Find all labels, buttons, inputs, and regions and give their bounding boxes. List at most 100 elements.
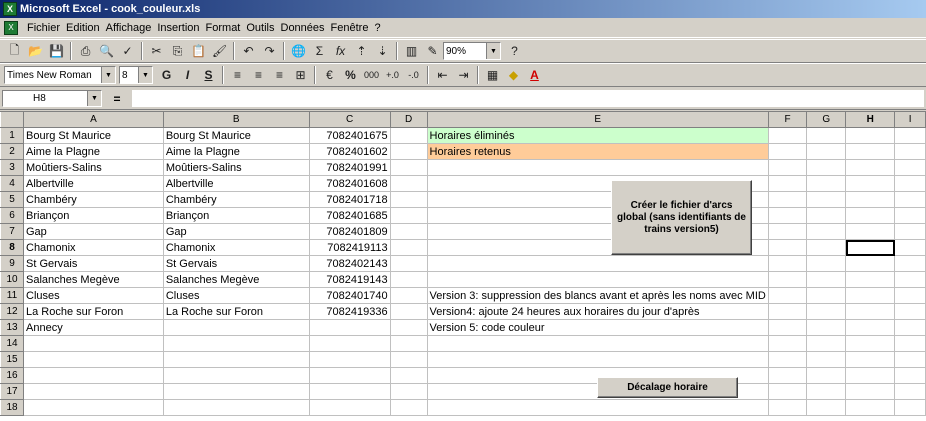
- cell-g[interactable]: [806, 367, 847, 384]
- cell-f[interactable]: [767, 207, 808, 224]
- create-arcs-button[interactable]: Créer le fichier d'arcs global (sans ide…: [611, 180, 752, 255]
- cell-i[interactable]: [894, 319, 926, 336]
- cell-d[interactable]: [389, 175, 428, 192]
- cell-e[interactable]: Version 5: code couleur: [426, 319, 769, 336]
- menu-edition[interactable]: Edition: [63, 19, 103, 37]
- cell-b[interactable]: St Gervais: [162, 255, 310, 272]
- cell-i[interactable]: [894, 303, 926, 320]
- cell-b[interactable]: La Roche sur Foron: [162, 303, 310, 320]
- cell-f[interactable]: [767, 223, 808, 240]
- cell-e[interactable]: [426, 159, 769, 176]
- cell-i[interactable]: [894, 239, 926, 256]
- print-preview-icon[interactable]: 🔍: [96, 42, 117, 61]
- cell-a[interactable]: Albertville: [23, 175, 164, 192]
- cell-h[interactable]: [845, 271, 896, 288]
- menu-fenetre[interactable]: Fenêtre: [328, 19, 372, 37]
- underline-button[interactable]: S: [198, 66, 219, 85]
- cell-a[interactable]: Chambéry: [23, 191, 164, 208]
- help-icon[interactable]: ?: [504, 42, 525, 61]
- cell-f[interactable]: [767, 255, 808, 272]
- column-header-e[interactable]: E: [426, 111, 769, 128]
- increase-decimal-icon[interactable]: +.0: [382, 66, 403, 85]
- row-header[interactable]: 16: [0, 367, 24, 384]
- new-icon[interactable]: 🗋: [4, 42, 25, 61]
- column-header-i[interactable]: I: [894, 111, 926, 128]
- undo-icon[interactable]: ↶: [238, 42, 259, 61]
- cell-a[interactable]: [23, 383, 164, 400]
- cell-f[interactable]: [767, 319, 808, 336]
- open-icon[interactable]: 📂: [25, 42, 46, 61]
- font-size-select[interactable]: 8 ▼: [119, 66, 153, 84]
- fill-color-icon[interactable]: ◆: [503, 66, 524, 85]
- cell-b[interactable]: [162, 351, 310, 368]
- row-header[interactable]: 8: [0, 239, 24, 256]
- cell-c[interactable]: 7082401740: [308, 287, 391, 304]
- cell-d[interactable]: [389, 303, 428, 320]
- cell-g[interactable]: [806, 383, 847, 400]
- drawing-icon[interactable]: ✎: [422, 42, 443, 61]
- cell-d[interactable]: [389, 319, 428, 336]
- cell-g[interactable]: [806, 335, 847, 352]
- cell-f[interactable]: [767, 159, 808, 176]
- row-header[interactable]: 2: [0, 143, 24, 160]
- cell-e[interactable]: Version4: ajoute 24 heures aux horaires …: [426, 303, 769, 320]
- cell-a[interactable]: Annecy: [23, 319, 164, 336]
- autosum-icon[interactable]: Σ: [309, 42, 330, 61]
- cell-g[interactable]: [806, 255, 847, 272]
- chevron-down-icon[interactable]: ▼: [101, 67, 115, 83]
- cell-h[interactable]: [845, 207, 896, 224]
- menu-format[interactable]: Format: [203, 19, 244, 37]
- cell-e[interactable]: [426, 271, 769, 288]
- cell-h[interactable]: [845, 367, 896, 384]
- chevron-down-icon[interactable]: ▼: [87, 91, 101, 106]
- row-header[interactable]: 10: [0, 271, 24, 288]
- cell-d[interactable]: [389, 255, 428, 272]
- cell-a[interactable]: Aime la Plagne: [23, 143, 164, 160]
- cell-a[interactable]: [23, 399, 164, 416]
- cell-c[interactable]: 7082401608: [308, 175, 391, 192]
- cell-h[interactable]: [845, 175, 896, 192]
- cell-e[interactable]: [426, 399, 769, 416]
- cell-i[interactable]: [894, 399, 926, 416]
- borders-icon[interactable]: ▦: [482, 66, 503, 85]
- currency-icon[interactable]: €: [319, 66, 340, 85]
- italic-button[interactable]: I: [177, 66, 198, 85]
- cell-a[interactable]: Chamonix: [23, 239, 164, 256]
- cell-a[interactable]: Bourg St Maurice: [23, 127, 164, 144]
- cell-c[interactable]: 7082401718: [308, 191, 391, 208]
- cell-f[interactable]: [767, 271, 808, 288]
- cell-d[interactable]: [389, 239, 428, 256]
- cell-d[interactable]: [389, 367, 428, 384]
- cell-h[interactable]: [845, 255, 896, 272]
- cell-g[interactable]: [806, 287, 847, 304]
- formula-input[interactable]: [132, 90, 924, 107]
- cell-a[interactable]: Cluses: [23, 287, 164, 304]
- menu-affichage[interactable]: Affichage: [103, 19, 155, 37]
- cell-c[interactable]: 7082402143: [308, 255, 391, 272]
- cell-b[interactable]: [162, 335, 310, 352]
- menu-fichier[interactable]: Fichier: [24, 19, 63, 37]
- bold-button[interactable]: G: [156, 66, 177, 85]
- cell-i[interactable]: [894, 367, 926, 384]
- cell-f[interactable]: [767, 239, 808, 256]
- select-all-corner[interactable]: [0, 111, 24, 128]
- percent-button[interactable]: %: [340, 66, 361, 85]
- cell-d[interactable]: [389, 287, 428, 304]
- cell-e[interactable]: Version 3: suppression des blancs avant …: [426, 287, 769, 304]
- cell-c[interactable]: [308, 335, 391, 352]
- workbook-icon[interactable]: X: [4, 20, 18, 35]
- cell-g[interactable]: [806, 399, 847, 416]
- cell-a[interactable]: Moûtiers-Salins: [23, 159, 164, 176]
- cell-b[interactable]: [162, 367, 310, 384]
- cell-i[interactable]: [894, 255, 926, 272]
- cell-h[interactable]: [845, 383, 896, 400]
- menu-insertion[interactable]: Insertion: [154, 19, 202, 37]
- cell-c[interactable]: 7082401675: [308, 127, 391, 144]
- row-header[interactable]: 6: [0, 207, 24, 224]
- cell-f[interactable]: [767, 143, 808, 160]
- cell-d[interactable]: [389, 271, 428, 288]
- decrease-indent-icon[interactable]: ⇤: [432, 66, 453, 85]
- cell-b[interactable]: [162, 319, 310, 336]
- cell-d[interactable]: [389, 351, 428, 368]
- cell-d[interactable]: [389, 191, 428, 208]
